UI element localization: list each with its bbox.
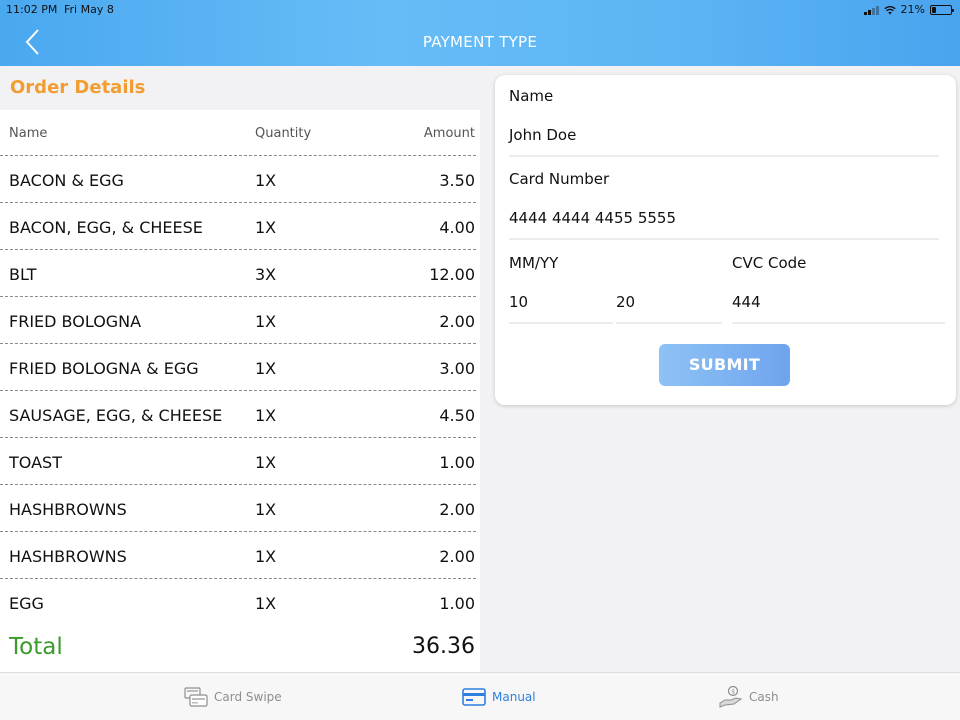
total-value: 36.36 — [412, 634, 475, 659]
item-amount: 12.00 — [429, 265, 475, 284]
item-amount: 2.00 — [439, 547, 475, 566]
card-number-underline — [509, 238, 939, 240]
signal-icon — [863, 5, 879, 15]
svg-text:$: $ — [731, 689, 735, 696]
expiry-year-underline — [616, 322, 722, 324]
item-name: FRIED BOLOGNA — [9, 312, 142, 331]
credit-card-icon — [462, 688, 486, 706]
order-item-row: BACON, EGG, & CHEESE 1X 4.00 — [0, 202, 476, 249]
order-item-row: HASHBROWNS 1X 2.00 — [0, 484, 476, 531]
column-header-amount: Amount — [423, 126, 475, 141]
card-number-field[interactable]: 4444 4444 4455 5555 — [509, 209, 676, 227]
item-name: EGG — [9, 594, 44, 613]
name-field-underline — [509, 155, 939, 157]
tab-label: Manual — [492, 690, 536, 704]
order-item-row: TOAST 1X 1.00 — [0, 437, 476, 484]
column-header-name: Name — [9, 126, 48, 141]
item-quantity: 1X — [255, 359, 277, 378]
item-amount: 1.00 — [439, 594, 475, 613]
item-amount: 3.00 — [439, 359, 475, 378]
item-amount: 4.50 — [439, 406, 475, 425]
expiry-year-field[interactable]: 20 — [616, 293, 635, 311]
item-amount: 3.50 — [439, 171, 475, 190]
item-quantity: 1X — [255, 594, 277, 613]
wifi-icon — [883, 5, 896, 14]
order-items-list: BACON & EGG 1X 3.50 BACON, EGG, & CHEESE… — [0, 155, 480, 625]
battery-percent: 21% — [900, 3, 925, 16]
expiry-label: MM/YY — [509, 254, 559, 272]
order-item-row: EGG 1X 1.00 — [0, 578, 476, 625]
name-field[interactable]: John Doe — [509, 126, 576, 144]
total-label: Total — [9, 634, 63, 660]
item-quantity: 1X — [255, 406, 277, 425]
order-item-row: BACON & EGG 1X 3.50 — [0, 155, 476, 202]
name-label: Name — [509, 87, 554, 105]
order-item-row: HASHBROWNS 1X 2.00 — [0, 531, 476, 578]
tab-manual[interactable]: Manual — [462, 673, 536, 720]
item-name: HASHBROWNS — [9, 547, 127, 566]
submit-button[interactable]: SUBMIT — [659, 344, 790, 386]
battery-icon — [930, 4, 954, 15]
item-name: BACON, EGG, & CHEESE — [9, 218, 203, 237]
tab-label: Cash — [749, 690, 779, 704]
order-item-row: FRIED BOLOGNA 1X 2.00 — [0, 296, 476, 343]
expiry-month-underline — [509, 322, 613, 324]
item-name: FRIED BOLOGNA & EGG — [9, 359, 199, 378]
status-bar: 11:02 PM Fri May 8 21% — [0, 0, 960, 19]
page-title: PAYMENT TYPE — [422, 33, 538, 51]
item-name: BLT — [9, 265, 37, 284]
tab-cash[interactable]: $ Cash — [719, 673, 779, 720]
order-item-row: BLT 3X 12.00 — [0, 249, 476, 296]
item-quantity: 1X — [255, 500, 277, 519]
item-name: TOAST — [9, 453, 62, 472]
item-quantity: 1X — [255, 547, 277, 566]
cvc-field[interactable]: 444 — [732, 293, 761, 311]
cash-hand-icon: $ — [719, 685, 743, 708]
order-details-title: Order Details — [10, 77, 146, 98]
expiry-month-field[interactable]: 10 — [509, 293, 528, 311]
order-details-panel: Name Quantity Amount BACON & EGG 1X 3.50… — [0, 110, 480, 672]
column-header-quantity: Quantity — [255, 126, 312, 141]
item-amount: 2.00 — [439, 500, 475, 519]
payment-form-card: Name John Doe Card Number 4444 4444 4455… — [495, 75, 956, 405]
card-swipe-icon — [184, 687, 208, 707]
item-name: HASHBROWNS — [9, 500, 127, 519]
card-number-label: Card Number — [509, 170, 610, 188]
order-item-row: FRIED BOLOGNA & EGG 1X 3.00 — [0, 343, 476, 390]
payment-method-tabbar: Card Swipe Manual $ Cash — [0, 672, 960, 720]
cvc-label: CVC Code — [732, 254, 807, 272]
item-name: BACON & EGG — [9, 171, 124, 190]
item-amount: 1.00 — [439, 453, 475, 472]
status-indicators: 21% — [863, 3, 954, 16]
item-quantity: 1X — [255, 218, 277, 237]
item-quantity: 1X — [255, 312, 277, 331]
item-quantity: 3X — [255, 265, 277, 284]
tab-card-swipe[interactable]: Card Swipe — [184, 673, 282, 720]
header: 11:02 PM Fri May 8 21% PAYMENT TYPE — [0, 0, 960, 66]
order-item-row: SAUSAGE, EGG, & CHEESE 1X 4.50 — [0, 390, 476, 437]
status-time: 11:02 PM — [6, 3, 58, 16]
item-amount: 4.00 — [439, 218, 475, 237]
cvc-underline — [732, 322, 945, 324]
tab-label: Card Swipe — [214, 690, 282, 704]
status-date: Fri May 8 — [64, 3, 114, 16]
item-amount: 2.00 — [439, 312, 475, 331]
item-name: SAUSAGE, EGG, & CHEESE — [9, 406, 223, 425]
item-quantity: 1X — [255, 453, 277, 472]
item-quantity: 1X — [255, 171, 277, 190]
